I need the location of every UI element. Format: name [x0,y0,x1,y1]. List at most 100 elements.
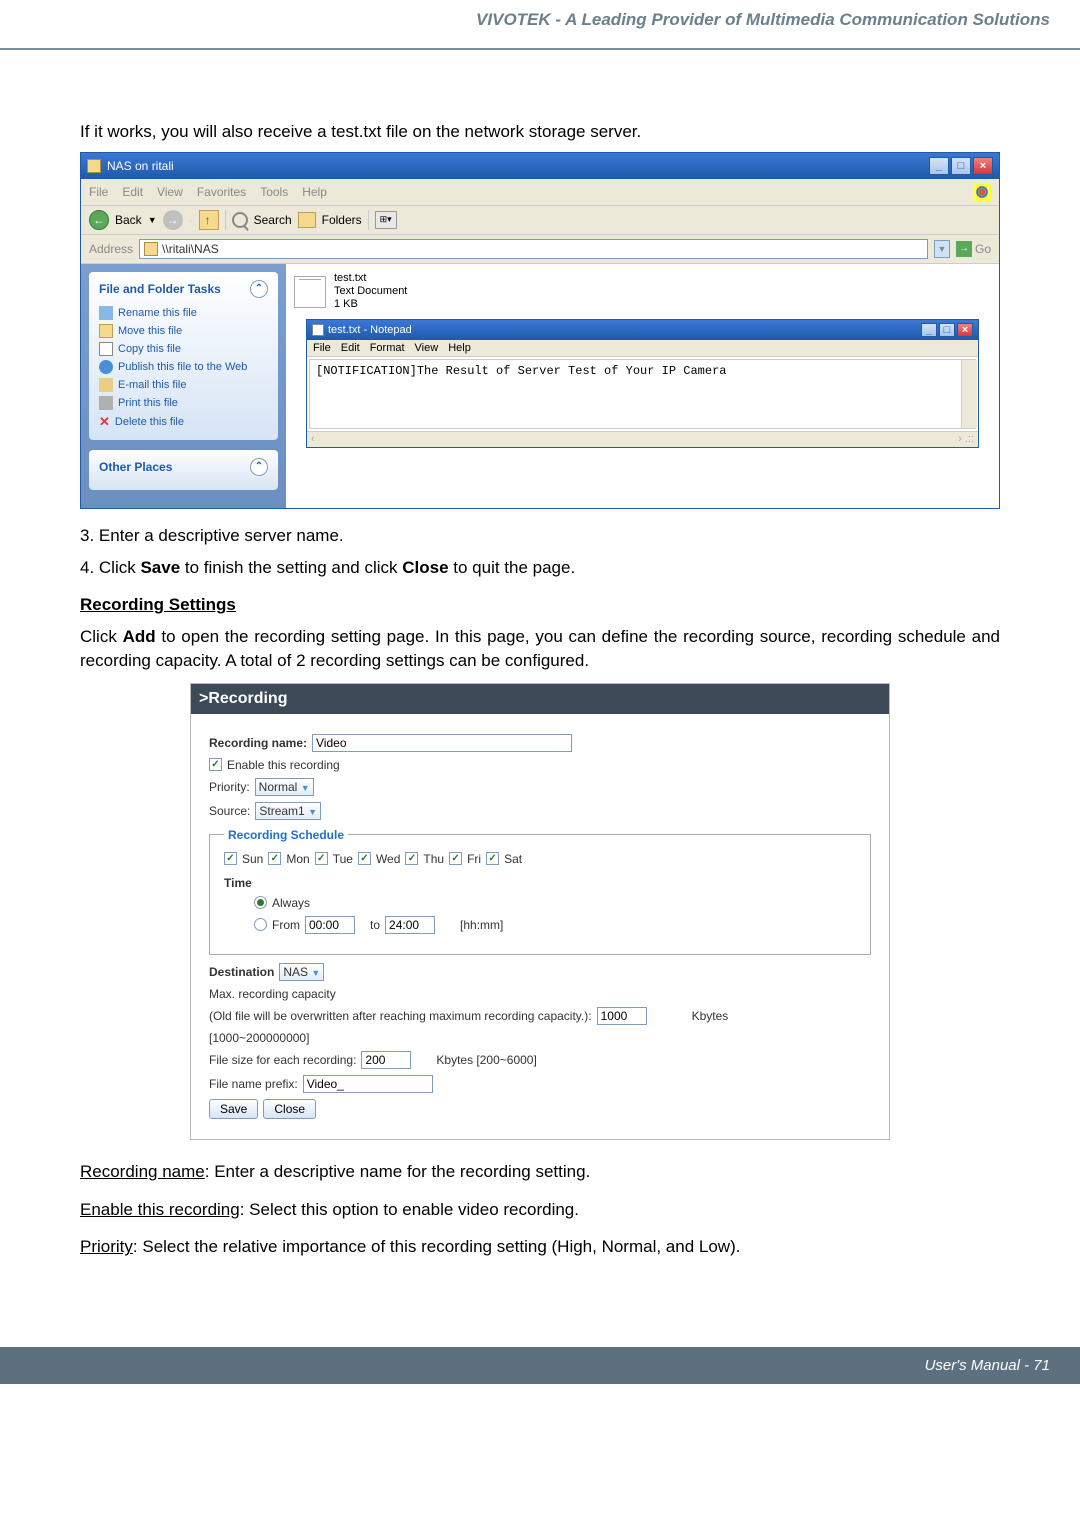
capacity-range-label: [1000~200000000] [209,1031,871,1045]
destination-label: Destination [209,965,274,979]
source-select[interactable]: Stream1 ▼ [255,802,321,820]
notepad-close-button[interactable]: × [957,323,973,337]
explorer-content: test.txt Text Document 1 KB test.txt - N… [286,264,999,508]
menu-edit[interactable]: Edit [122,185,143,199]
folder-icon [87,159,101,173]
day-label: Mon [286,852,309,866]
explorer-window: NAS on ritali _ □ × File Edit View Favor… [80,152,1000,509]
time-always-label: Always [272,896,310,910]
notepad-titlebar: test.txt - Notepad _ □ × [307,320,978,340]
text: to finish the setting and click [180,558,402,577]
time-to-label: to [370,918,380,932]
address-input[interactable]: \\ritali\NAS [139,239,928,259]
priority-select[interactable]: Normal ▼ [255,778,314,796]
maximize-button[interactable]: □ [951,157,971,175]
task-rename[interactable]: Rename this file [99,304,268,322]
collapse-icon[interactable]: ⌃ [250,458,268,476]
recording-name-label: Recording name: [209,736,307,750]
recording-name-input[interactable] [312,734,572,752]
day-label: Thu [423,852,444,866]
file-name: test.txt [334,272,407,285]
scrollbar-vertical[interactable] [961,360,977,428]
def-enable-recording: Enable this recording: Select this optio… [80,1198,1000,1222]
menu-tools[interactable]: Tools [260,185,288,199]
notepad-menu-format[interactable]: Format [370,342,405,354]
destination-select[interactable]: NAS ▼ [279,963,324,981]
file-size: 1 KB [334,298,407,311]
folders-icon[interactable] [298,212,316,228]
notepad-maximize-button[interactable]: □ [939,323,955,337]
views-button[interactable]: ⊞▾ [375,211,397,229]
back-dropdown-icon[interactable]: ▼ [148,215,157,225]
text: : Enter a descriptive name for the recor… [205,1162,591,1181]
filesize-input[interactable] [361,1051,411,1069]
enable-recording-checkbox[interactable]: ✓ [209,758,222,771]
save-button[interactable]: Save [209,1099,258,1119]
notepad-window: test.txt - Notepad _ □ × File Edit Forma… [306,319,979,448]
explorer-menubar: File Edit View Favorites Tools Help [81,179,999,206]
day-tue-checkbox[interactable]: ✓ [315,852,328,865]
day-sun-checkbox[interactable]: ✓ [224,852,237,865]
time-to-input[interactable] [385,916,435,934]
notepad-textarea[interactable]: [NOTIFICATION]The Result of Server Test … [309,359,976,429]
day-mon-checkbox[interactable]: ✓ [268,852,281,865]
time-range-radio[interactable] [254,918,267,931]
text-file-icon [294,276,326,308]
back-button[interactable]: ← [89,210,109,230]
day-thu-checkbox[interactable]: ✓ [405,852,418,865]
menu-help[interactable]: Help [302,185,327,199]
explorer-title: NAS on ritali [107,159,174,173]
close-button[interactable]: × [973,157,993,175]
time-from-input[interactable] [305,916,355,934]
address-dropdown[interactable]: ▼ [934,240,950,258]
other-places-title: Other Places [99,460,172,474]
file-item[interactable]: test.txt Text Document 1 KB [294,272,991,312]
scrollbar-horizontal[interactable]: ‹› .:: [307,431,978,447]
search-label: Search [254,213,292,227]
text: to quit the page. [449,558,576,577]
notepad-minimize-button[interactable]: _ [921,323,937,337]
notepad-menu-file[interactable]: File [313,342,331,354]
task-copy[interactable]: Copy this file [99,340,268,358]
task-email[interactable]: E-mail this file [99,376,268,394]
menu-favorites[interactable]: Favorites [197,185,246,199]
notepad-menu-help[interactable]: Help [448,342,471,354]
task-delete[interactable]: ✕Delete this file [99,412,268,432]
time-label: Time [224,876,856,890]
copy-icon [99,342,113,356]
day-fri-checkbox[interactable]: ✓ [449,852,462,865]
forward-button[interactable]: → [163,210,183,230]
notepad-menu-view[interactable]: View [415,342,439,354]
schedule-days: ✓Sun ✓Mon ✓Tue ✓Wed ✓Thu ✓Fri ✓Sat [224,852,856,866]
go-button[interactable]: → Go [956,241,991,257]
minimize-button[interactable]: _ [929,157,949,175]
menu-view[interactable]: View [157,185,183,199]
close-button[interactable]: Close [263,1099,316,1119]
task-publish[interactable]: Publish this file to the Web [99,358,268,376]
text: : Select this option to enable video rec… [240,1200,579,1219]
recording-panel: >Recording Recording name: ✓ Enable this… [190,683,890,1140]
task-print[interactable]: Print this file [99,394,268,412]
schedule-legend: Recording Schedule [224,828,348,842]
notepad-menu-edit[interactable]: Edit [341,342,360,354]
search-icon[interactable] [232,212,248,228]
task-label: E-mail this file [118,379,186,391]
menu-file[interactable]: File [89,185,108,199]
day-sat-checkbox[interactable]: ✓ [486,852,499,865]
up-button[interactable] [199,210,219,230]
move-icon [99,324,113,338]
task-label: Publish this file to the Web [118,361,247,373]
go-icon: → [956,241,972,257]
notepad-content: [NOTIFICATION]The Result of Server Test … [316,364,726,378]
time-always-radio[interactable] [254,896,267,909]
prefix-input[interactable] [303,1075,433,1093]
notepad-menu: File Edit Format View Help [307,340,978,357]
chevron-down-icon: ▼ [308,807,317,817]
task-move[interactable]: Move this file [99,322,268,340]
page-footer: User's Manual - 71 [0,1347,1080,1384]
collapse-icon[interactable]: ⌃ [250,280,268,298]
day-label: Wed [376,852,400,866]
max-capacity-input[interactable] [597,1007,647,1025]
day-wed-checkbox[interactable]: ✓ [358,852,371,865]
day-label: Tue [333,852,353,866]
